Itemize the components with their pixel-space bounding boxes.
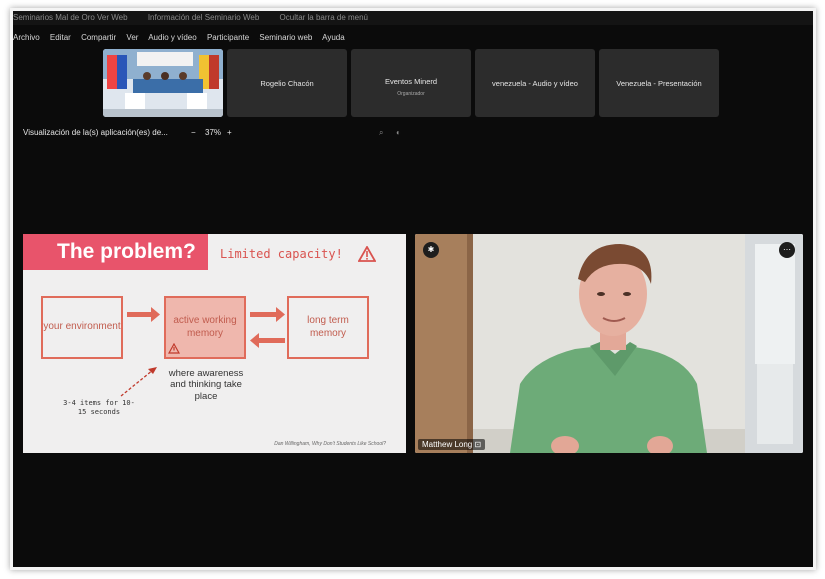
pin-icon[interactable]: ✱ (423, 242, 439, 258)
slide-arrows (120, 307, 285, 397)
slide-credit: Dan Willingham, Why Don't Students Like … (274, 441, 386, 447)
menu-editar[interactable]: Editar (50, 33, 71, 42)
zoom-in-button[interactable]: + (227, 128, 232, 137)
menu-ver[interactable]: Ver (126, 33, 138, 42)
speaker-video-frame (415, 234, 803, 453)
tab-title[interactable]: Información del Seminario Web (148, 13, 259, 22)
title-bar: Seminarios Mal de Oro Ver Web Informació… (13, 11, 813, 25)
participant-video-thumb[interactable] (103, 49, 223, 117)
hide-menu-link[interactable]: Ocultar la barra de menú (280, 13, 369, 22)
search-icon[interactable]: ⌕ (379, 128, 383, 138)
menu-bar: Archivo Editar Compartir Ver Audio y víd… (13, 31, 353, 45)
view-controls: Visualización de la(s) aplicación(es) de… (23, 128, 401, 137)
menu-audio-video[interactable]: Audio y vídeo (148, 33, 196, 42)
menu-ayuda[interactable]: Ayuda (322, 33, 345, 42)
participant-name: venezuela - Audio y vídeo (492, 79, 578, 88)
participant-name: Venezuela - Presentación (616, 79, 702, 88)
participant-tile[interactable]: Venezuela - Presentación (599, 49, 719, 117)
participant-tile[interactable]: venezuela - Audio y vídeo (475, 49, 595, 117)
participant-name: Rogelio Chacón (260, 79, 314, 88)
speaker-name-label: Matthew Long ⊡ (418, 439, 486, 450)
settings-icon[interactable]: ◐ (396, 128, 401, 137)
menu-seminario-web[interactable]: Seminario web (259, 33, 312, 42)
shared-slide: The problem? Limited capacity! your envi… (23, 234, 406, 453)
items-pointer-line (120, 369, 154, 397)
participant-tile[interactable]: Eventos Minerd Organizador (351, 49, 471, 117)
app-window: Seminarios Mal de Oro Ver Web Informació… (10, 8, 816, 570)
arrow-env-to-wm (127, 307, 160, 322)
menu-compartir[interactable]: Compartir (81, 33, 116, 42)
menu-participante[interactable]: Participante (207, 33, 249, 42)
arrow-ltm-to-wm (250, 333, 285, 348)
speaker-video[interactable]: ✱ ⋯ Matthew Long ⊡ (415, 234, 803, 453)
participant-tile[interactable]: Rogelio Chacón (227, 49, 347, 117)
tab-title[interactable]: Seminarios Mal de Oro Ver Web (13, 13, 128, 22)
where-awareness-note: where awareness and thinking take place (168, 368, 244, 402)
zoom-out-button[interactable]: − (191, 128, 196, 137)
event-stage-image (103, 49, 223, 117)
items-note: 3-4 items for 10-15 seconds (63, 399, 135, 417)
speaker-name: Matthew Long (422, 440, 473, 449)
audio-icon: ⊡ (474, 440, 482, 449)
zoom-level: 37% (205, 128, 222, 137)
view-label: Visualización de la(s) aplicación(es) de… (23, 128, 168, 137)
more-options-icon[interactable]: ⋯ (779, 242, 795, 258)
participant-role: Organizador (397, 91, 425, 97)
menu-archivo[interactable]: Archivo (13, 33, 40, 42)
participant-name: Eventos Minerd (384, 77, 438, 86)
arrow-wm-to-ltm (250, 307, 285, 322)
